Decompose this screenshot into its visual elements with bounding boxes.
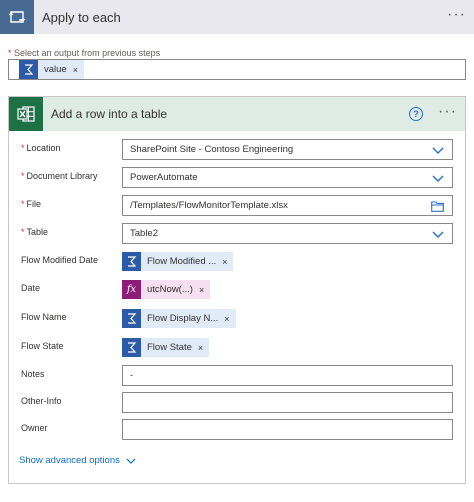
select-output-label-text: Select an output from previous steps xyxy=(14,48,161,58)
field-row-owner: Owner xyxy=(9,419,467,441)
token-label: Flow Modified ... xyxy=(147,256,217,267)
label-text: File xyxy=(26,199,42,209)
folder-icon[interactable] xyxy=(431,201,444,212)
required-marker: * xyxy=(8,48,12,58)
table-value: Table2 xyxy=(130,228,158,239)
advanced-options-label: Show advanced options xyxy=(19,455,120,466)
chevron-down-icon xyxy=(432,175,444,182)
field-row-flow-name: Flow Name Flow Display N... × xyxy=(9,308,467,330)
dynamic-token-flow-display-name[interactable]: Flow Display N... × xyxy=(122,309,236,328)
select-output-label: * Select an output from previous steps xyxy=(8,48,160,58)
token-remove-button[interactable]: × xyxy=(220,257,233,267)
apply-to-each-title: Apply to each xyxy=(42,9,121,25)
label-text: Table xyxy=(26,227,49,237)
show-advanced-options-link[interactable]: Show advanced options xyxy=(19,455,136,466)
token-label: Flow Display N... xyxy=(147,313,219,324)
table-dropdown[interactable]: Table2 xyxy=(122,223,453,244)
notes-value: - xyxy=(130,370,134,381)
token-label: value xyxy=(44,64,67,75)
action-more-button[interactable]: ··· xyxy=(438,103,457,121)
field-label-location: * Location xyxy=(21,143,61,153)
owner-input[interactable] xyxy=(122,419,453,440)
field-row-notes: Notes - xyxy=(9,365,467,387)
add-row-action-header[interactable]: Add a row into a table ? ··· xyxy=(9,97,465,131)
notes-input[interactable]: - xyxy=(122,365,453,386)
date-input[interactable]: fx utcNow(...) × xyxy=(122,279,453,300)
document-library-dropdown[interactable]: PowerAutomate xyxy=(122,167,453,188)
flow-dynamic-content-icon xyxy=(122,309,141,328)
required-marker: * xyxy=(21,227,25,237)
chevron-down-icon xyxy=(432,231,444,238)
label-text: Document Library xyxy=(26,171,98,181)
field-row-date: Date fx utcNow(...) × xyxy=(9,279,467,301)
file-value: /Templates/FlowMonitorTemplate.xlsx xyxy=(130,200,288,211)
field-label-notes: Notes xyxy=(21,369,45,379)
field-label-table: * Table xyxy=(21,227,48,237)
field-row-flow-state: Flow State Flow State × xyxy=(9,337,467,359)
field-label-document-library: * Document Library xyxy=(21,171,98,181)
label-text: Location xyxy=(26,143,61,153)
location-value: SharePoint Site - Contoso Engineering xyxy=(130,144,294,155)
chevron-down-icon xyxy=(432,147,444,154)
field-label-flow-modified-date: Flow Modified Date xyxy=(21,255,99,265)
field-label-flow-state: Flow State xyxy=(21,341,64,351)
select-output-input[interactable]: value × xyxy=(8,59,466,80)
dynamic-token-flow-modified[interactable]: Flow Modified ... × xyxy=(122,252,234,271)
token-label: utcNow(...) xyxy=(147,284,193,295)
field-row-location: * Location SharePoint Site - Contoso Engi… xyxy=(9,139,467,161)
apply-to-each-more-button[interactable]: ··· xyxy=(447,6,466,24)
flow-dynamic-content-icon xyxy=(122,252,141,271)
dynamic-token-flow-state[interactable]: Flow State × xyxy=(122,338,210,357)
field-row-file: * File /Templates/FlowMonitorTemplate.xls… xyxy=(9,195,467,217)
required-marker: * xyxy=(21,143,25,153)
token-remove-button[interactable]: × xyxy=(222,314,235,324)
flow-modified-date-input[interactable]: Flow Modified ... × xyxy=(122,251,453,272)
flow-name-input[interactable]: Flow Display N... × xyxy=(122,308,453,329)
required-marker: * xyxy=(21,199,25,209)
field-label-date: Date xyxy=(21,283,41,293)
dynamic-token-value[interactable]: value × xyxy=(19,60,84,79)
file-picker-field[interactable]: /Templates/FlowMonitorTemplate.xlsx xyxy=(122,195,453,216)
add-row-action-card: Add a row into a table ? ··· * Location S… xyxy=(8,96,466,484)
field-row-table: * Table Table2 xyxy=(9,223,467,245)
field-label-owner: Owner xyxy=(21,423,48,433)
token-remove-button[interactable]: × xyxy=(71,65,84,75)
other-info-input[interactable] xyxy=(122,392,453,413)
expression-token-utcnow[interactable]: fx utcNow(...) × xyxy=(122,280,211,299)
help-icon[interactable]: ? xyxy=(409,107,423,121)
action-title: Add a row into a table xyxy=(51,107,168,121)
token-label: Flow State xyxy=(147,342,192,353)
flow-dynamic-content-icon xyxy=(19,60,38,79)
token-remove-button[interactable]: × xyxy=(197,285,210,295)
loop-icon xyxy=(0,0,34,34)
apply-to-each-header[interactable]: Apply to each ··· xyxy=(0,0,474,34)
field-label-flow-name: Flow Name xyxy=(21,312,67,322)
field-row-other-info: Other-Info xyxy=(9,392,467,414)
expression-fx-icon: fx xyxy=(122,280,141,299)
required-marker: * xyxy=(21,171,25,181)
field-row-flow-modified-date: Flow Modified Date Flow Modified ... × xyxy=(9,251,467,273)
field-row-document-library: * Document Library PowerAutomate xyxy=(9,167,467,189)
field-label-file: * File xyxy=(21,199,41,209)
token-remove-button[interactable]: × xyxy=(196,343,209,353)
field-label-other-info: Other-Info xyxy=(21,396,62,406)
excel-icon xyxy=(9,97,43,131)
document-library-value: PowerAutomate xyxy=(130,172,198,183)
chevron-down-icon xyxy=(126,458,136,464)
flow-dynamic-content-icon xyxy=(122,338,141,357)
location-dropdown[interactable]: SharePoint Site - Contoso Engineering xyxy=(122,139,453,160)
flow-state-input[interactable]: Flow State × xyxy=(122,337,453,358)
